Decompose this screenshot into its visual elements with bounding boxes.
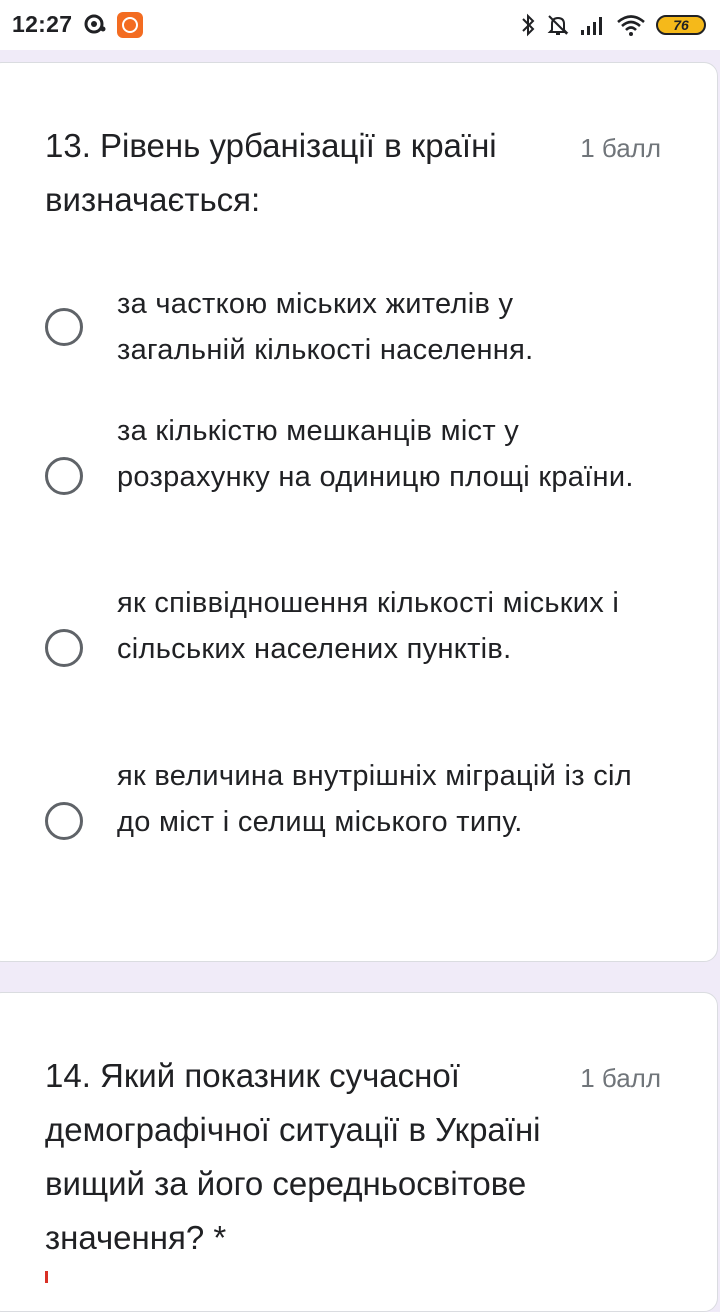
question-title: 14. Який показник сучасної демографічної… — [45, 1057, 541, 1256]
signal-icon — [581, 17, 602, 35]
option-label: як величина внутрішніх міграцій із сіл д… — [117, 760, 632, 838]
required-indicator — [45, 1271, 48, 1283]
bell-muted-icon — [547, 15, 569, 35]
battery-level: 76 — [673, 17, 689, 33]
status-icons: 76 — [520, 11, 706, 39]
question-card-14: 14. Який показник сучасної демографічної… — [0, 992, 718, 1312]
camera-lens-icon — [84, 14, 106, 34]
radio-option-2[interactable]: за кількістю мешканців міст у розрахунку… — [45, 408, 665, 548]
radio-option-1[interactable]: за часткою міських жителів у загальній к… — [45, 281, 665, 381]
radio-option-4[interactable]: як величина внутрішніх міграцій із сіл д… — [45, 753, 665, 893]
question-title: 13. Рівень урбанізації в країні визначає… — [45, 127, 497, 218]
status-time: 12:27 — [12, 11, 73, 37]
question-points: 1 балл — [580, 1063, 661, 1093]
radio-button[interactable] — [45, 629, 83, 667]
option-label: як співвідношення кількості міських і сі… — [117, 587, 620, 665]
radio-option-3[interactable]: як співвідношення кількості міських і сі… — [45, 580, 665, 720]
question-points: 1 балл — [580, 133, 661, 163]
question-card-13: 13. Рівень урбанізації в країні визначає… — [0, 62, 718, 962]
radio-button[interactable] — [45, 457, 83, 495]
option-label: за часткою міських жителів у загальній к… — [117, 288, 534, 366]
option-label: за кількістю мешканців міст у розрахунку… — [117, 415, 634, 493]
battery-icon: 76 — [656, 15, 706, 35]
status-bar: 12:27 76 — [0, 0, 720, 50]
bluetooth-icon — [522, 13, 535, 37]
mi-app-icon — [117, 12, 143, 38]
radio-button[interactable] — [45, 308, 83, 346]
wifi-icon — [617, 15, 645, 36]
radio-button[interactable] — [45, 802, 83, 840]
